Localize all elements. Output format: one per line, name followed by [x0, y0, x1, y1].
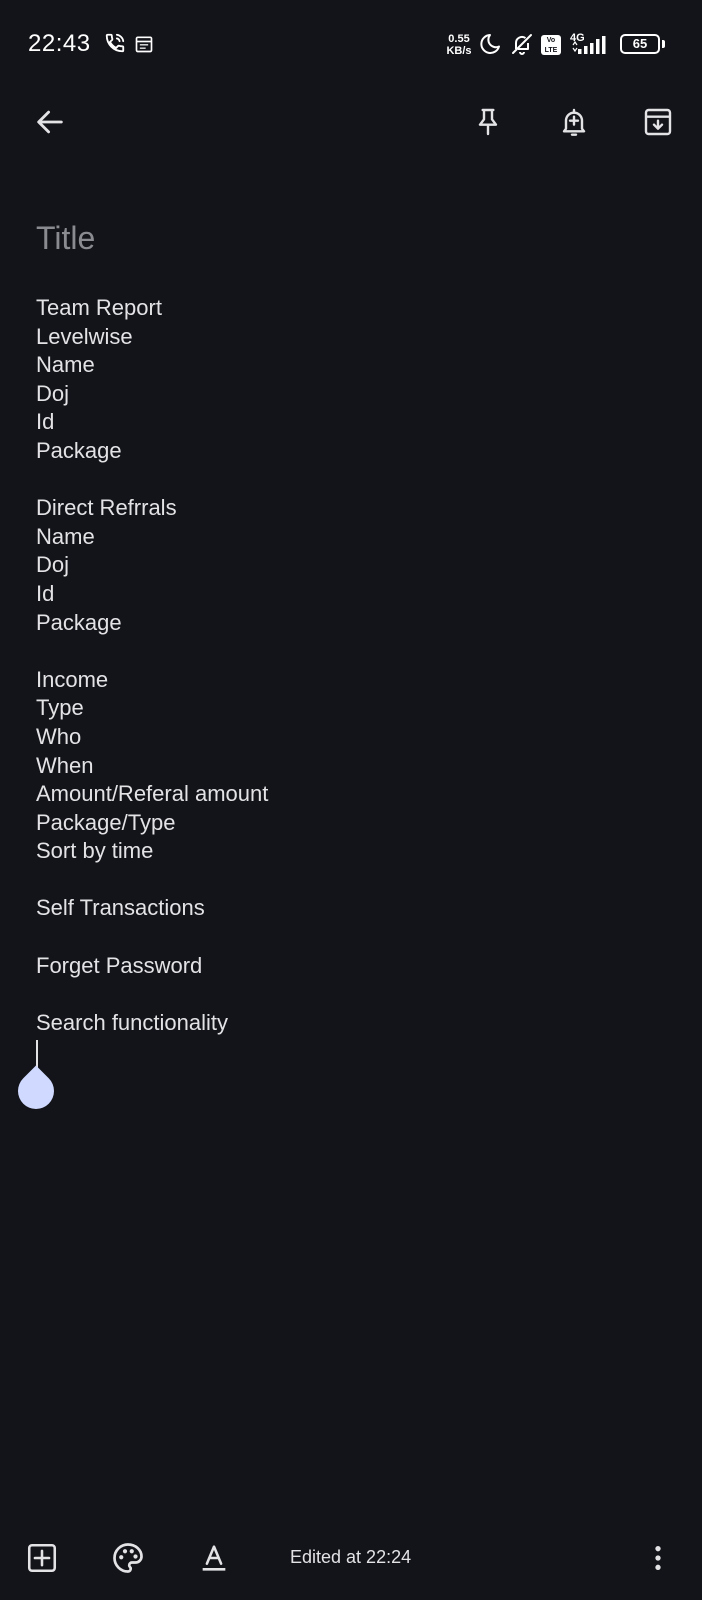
note-line: Package: [36, 609, 122, 635]
note-blank-line: [36, 923, 666, 952]
add-button[interactable]: [18, 1534, 66, 1582]
note-blank-line: [36, 466, 666, 495]
more-options-button[interactable]: [634, 1534, 682, 1582]
pin-icon: [478, 108, 498, 136]
note-line: Name: [36, 523, 95, 549]
net-speed: 0.55 KB/s: [444, 33, 474, 57]
note-line: Id: [36, 409, 55, 435]
color-palette-button[interactable]: [104, 1534, 152, 1582]
note-line: Name: [36, 352, 95, 378]
note-line: Amount/Referal amount: [36, 781, 269, 807]
arrow-left-icon: [37, 110, 63, 134]
palette-icon: [113, 1543, 143, 1573]
battery-tip: [662, 40, 665, 48]
bell-plus-icon: [562, 108, 586, 136]
note-line: Doj: [36, 380, 70, 406]
note-blank-line: [36, 637, 666, 666]
battery-indicator: 65: [620, 34, 660, 54]
note-line: Team Report: [36, 295, 162, 320]
signal-icon: [572, 36, 606, 54]
title-field[interactable]: Title: [36, 220, 95, 257]
note-line: Forget Password: [36, 952, 203, 978]
note-line: Package: [36, 437, 122, 463]
archive-icon: [644, 108, 672, 136]
note-line: Id: [36, 580, 55, 606]
bell-off-icon: [512, 34, 532, 55]
note-line: Income: [36, 666, 109, 692]
edited-timestamp: Edited at 22:24: [290, 1547, 412, 1567]
back-button[interactable]: [26, 98, 74, 146]
note-line: Package/Type: [36, 809, 176, 835]
wifi-calling-icon: [105, 33, 125, 53]
note-line: Search functionality: [36, 1009, 228, 1035]
note-blank-line: [36, 980, 666, 1009]
note-blank-line: [36, 866, 666, 895]
moon-icon: [480, 34, 500, 54]
text-format-icon: [202, 1545, 226, 1571]
text-format-button[interactable]: [190, 1534, 238, 1582]
calendar-icon: [135, 36, 153, 53]
volte-badge: Vo LTE: [541, 35, 561, 55]
net-speed-unit: KB/s: [446, 45, 472, 57]
note-line: Sort by time: [36, 838, 154, 864]
pin-button[interactable]: [464, 98, 512, 146]
note-body-field[interactable]: Team Report Levelwise Name Doj Id Package Dir…: [36, 294, 666, 1037]
cursor-handle[interactable]: [10, 1065, 62, 1117]
reminder-button[interactable]: [550, 98, 598, 146]
note-line: Self Transactions: [36, 895, 205, 921]
note-line: Type: [36, 695, 84, 721]
note-line: Doj: [36, 552, 70, 578]
add-box-icon: [27, 1543, 57, 1573]
note-line: Who: [36, 723, 82, 749]
note-line: Levelwise: [36, 323, 133, 349]
note-line: When: [36, 752, 94, 778]
net-speed-value: 0.55: [448, 33, 470, 45]
status-time: 22:43: [28, 30, 91, 57]
archive-button[interactable]: [634, 98, 682, 146]
volte-bottom: LTE: [544, 47, 558, 54]
more-vert-icon: [655, 1546, 661, 1570]
status-bar: 22:43 0.55 KB/s Vo LTE 4G 65: [0, 0, 702, 90]
volte-top: Vo: [546, 37, 556, 44]
note-line: Direct Refrrals: [36, 495, 177, 521]
